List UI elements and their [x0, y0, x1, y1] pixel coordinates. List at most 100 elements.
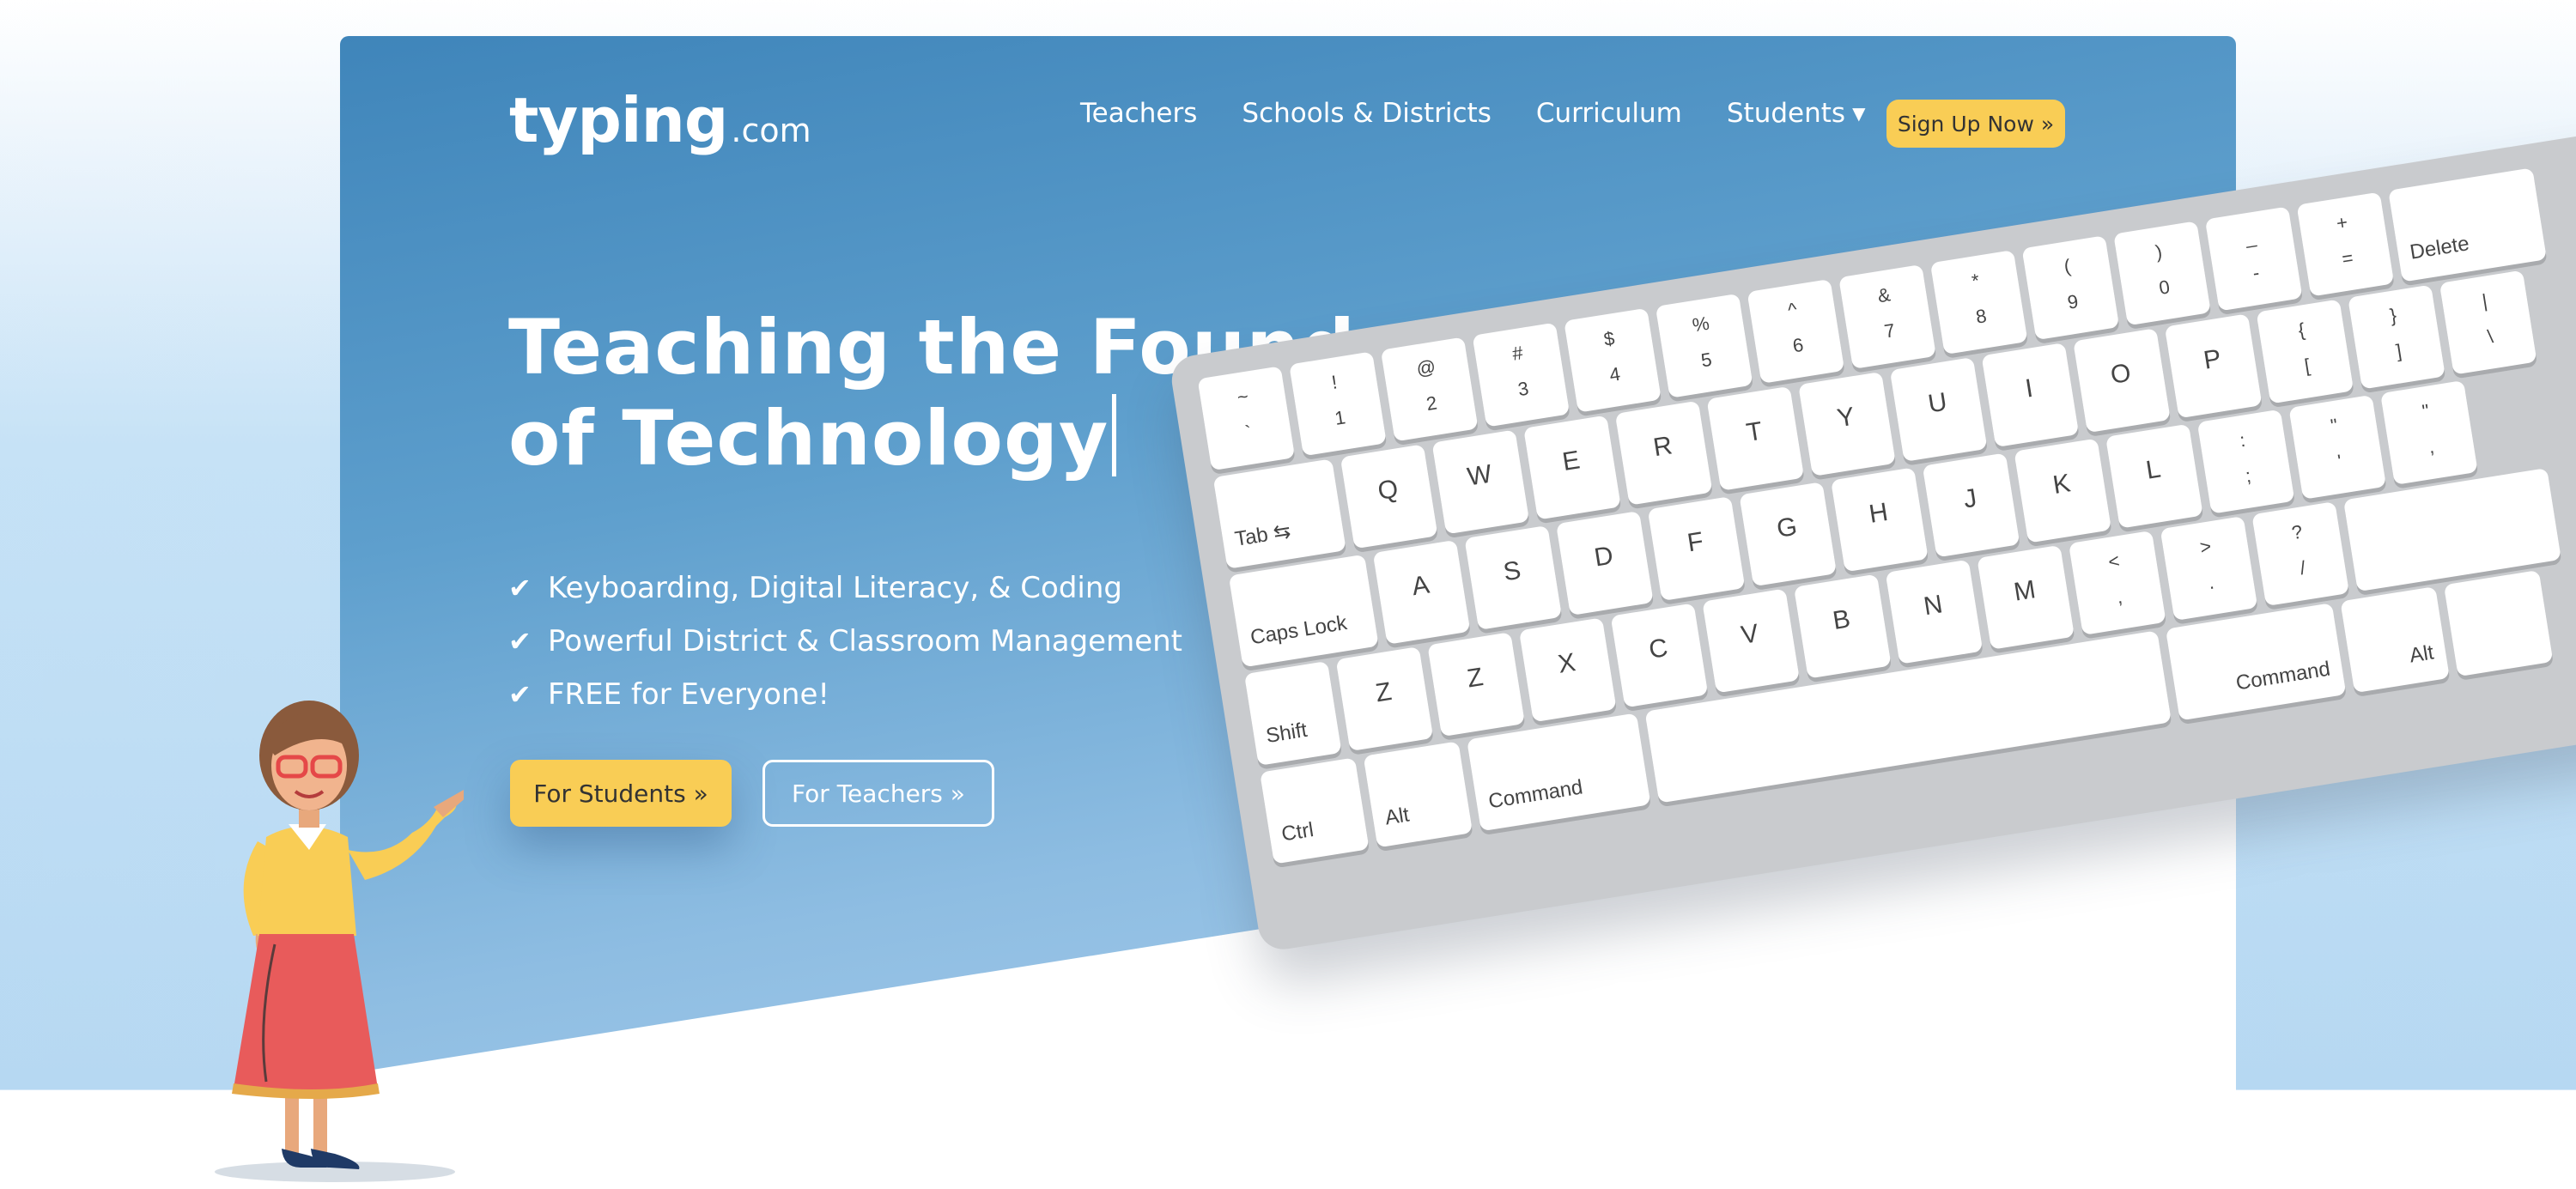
key-upper: {	[2296, 318, 2306, 342]
key-upper: @	[1414, 355, 1437, 380]
key-m: M	[1977, 544, 2075, 650]
key-t: T	[1706, 385, 1805, 491]
nav-curriculum[interactable]: Curriculum	[1536, 98, 1682, 129]
key-label: G	[1774, 512, 1800, 543]
key-label: Delete	[2408, 232, 2471, 264]
key-lower: ;	[2244, 464, 2253, 487]
nav-students-dropdown[interactable]: Students ▼	[1727, 98, 1866, 129]
nav-students-label: Students	[1726, 98, 1846, 129]
key-lower: '	[2336, 450, 2343, 472]
key-lower: 0	[2157, 276, 2172, 299]
logo-wordmark: typing	[509, 84, 728, 156]
key-command: Command	[1467, 713, 1651, 832]
key-label: I	[2023, 373, 2035, 403]
key-alt: Alt	[1363, 741, 1473, 848]
key-y: Y	[1798, 371, 1896, 476]
key-lower: `	[1243, 421, 1254, 444]
for-students-button[interactable]: For Students »	[510, 760, 732, 827]
key-upper: *	[1970, 269, 1981, 292]
key-lower: ,	[2427, 435, 2436, 458]
key-lower: .	[2207, 571, 2216, 594]
key-upper: %	[1691, 312, 1711, 337]
nav-teachers[interactable]: Teachers	[1080, 98, 1197, 129]
key-z: Z	[1335, 646, 1434, 752]
for-teachers-button[interactable]: For Teachers »	[762, 760, 994, 827]
key-i: I	[1981, 343, 2080, 448]
key-5: % 5	[1655, 293, 1753, 398]
key-label: Z	[1373, 676, 1394, 708]
key-delete: Delete	[2388, 167, 2548, 282]
key-label: P	[2202, 344, 2223, 375]
key-q: Q	[1340, 444, 1438, 549]
key-n: N	[1885, 559, 1984, 664]
key-right-brace: }]	[2348, 284, 2445, 390]
key-upper: }	[2388, 304, 2398, 327]
key-g: G	[1739, 482, 1838, 587]
key-lower: 5	[1699, 348, 1714, 372]
key-label: C	[1647, 633, 1670, 664]
feature-text: Keyboarding, Digital Literacy, & Coding	[548, 571, 1122, 605]
key-upper: &	[1875, 283, 1893, 307]
key-label: N	[1922, 590, 1945, 622]
sign-up-button[interactable]: Sign Up Now »	[1886, 100, 2065, 148]
key-7: & 7	[1838, 264, 1936, 369]
feature-text: FREE for Everyone!	[548, 677, 830, 712]
text-cursor	[1112, 394, 1117, 476]
key-label: O	[2108, 358, 2133, 390]
key-upper: _	[2243, 225, 2257, 249]
key-label: U	[1926, 387, 1949, 419]
key-comma: <,	[2068, 530, 2166, 635]
key-x: X	[1518, 617, 1617, 723]
caret-down-icon: ▼	[1852, 103, 1866, 124]
key-label: T	[1744, 416, 1765, 448]
key-equals: + =	[2296, 191, 2395, 297]
key-label: S	[1501, 555, 1523, 587]
key-label: A	[1409, 570, 1431, 602]
key-label: Ctrl	[1279, 818, 1315, 846]
feature-item: ✔ FREE for Everyone!	[508, 668, 1182, 721]
key-label: B	[1831, 604, 1853, 636]
key-quote: " '	[2288, 394, 2387, 500]
key-alt-right: Alt	[2340, 586, 2450, 694]
key-upper: ^	[1786, 298, 1799, 321]
key-label: M	[2012, 575, 2038, 607]
feature-list: ✔ Keyboarding, Digital Literacy, & Coding…	[508, 561, 1182, 721]
key-tilde: ~ `	[1197, 366, 1296, 471]
key-label: Y	[1835, 402, 1857, 434]
teacher-illustration	[215, 701, 464, 1182]
key-lower: 1	[1333, 406, 1347, 429]
key-label: W	[1465, 459, 1494, 492]
feature-text: Powerful District & Classroom Management	[548, 624, 1183, 658]
feature-item: ✔ Keyboarding, Digital Literacy, & Coding	[508, 561, 1182, 615]
nav-schools-districts[interactable]: Schools & Districts	[1242, 98, 1491, 129]
key-3: #3	[1472, 322, 1571, 428]
key-l: L	[2105, 423, 2203, 529]
key-upper: $	[1602, 327, 1617, 350]
main-nav: Teachers Schools & Districts Curriculum …	[1080, 98, 1910, 129]
key-command-right: Command	[2165, 603, 2347, 721]
key-backslash: | \	[2439, 270, 2537, 375]
key-upper: |	[2480, 289, 2489, 312]
key-label: E	[1560, 446, 1583, 477]
key-j: J	[1922, 452, 2020, 558]
key-lower: 9	[2065, 290, 2080, 313]
key-label: Q	[1376, 474, 1400, 507]
key-lower: =	[2340, 246, 2355, 270]
key-shift: Shift	[1243, 660, 1342, 766]
key-lower: 8	[1974, 305, 1989, 328]
key-lower: 6	[1790, 333, 1805, 357]
key-ctrl: Ctrl	[1260, 757, 1370, 864]
key-label: Alt	[2408, 640, 2436, 668]
key-upper: !	[1330, 371, 1340, 393]
key-semicolon: :;	[2196, 409, 2295, 514]
key-slash: ? /	[2251, 501, 2350, 607]
key-upper: "	[2329, 414, 2340, 437]
key-k: K	[2014, 438, 2112, 543]
key-caps-lock: Caps Lock	[1228, 554, 1379, 668]
site-logo[interactable]: typing .com	[509, 84, 811, 156]
key-label: Z	[1465, 663, 1485, 694]
key-upper: (	[2062, 255, 2072, 277]
key-o: O	[2073, 328, 2171, 434]
key-upper: ~	[1236, 385, 1250, 409]
key-period: >.	[2160, 516, 2258, 622]
